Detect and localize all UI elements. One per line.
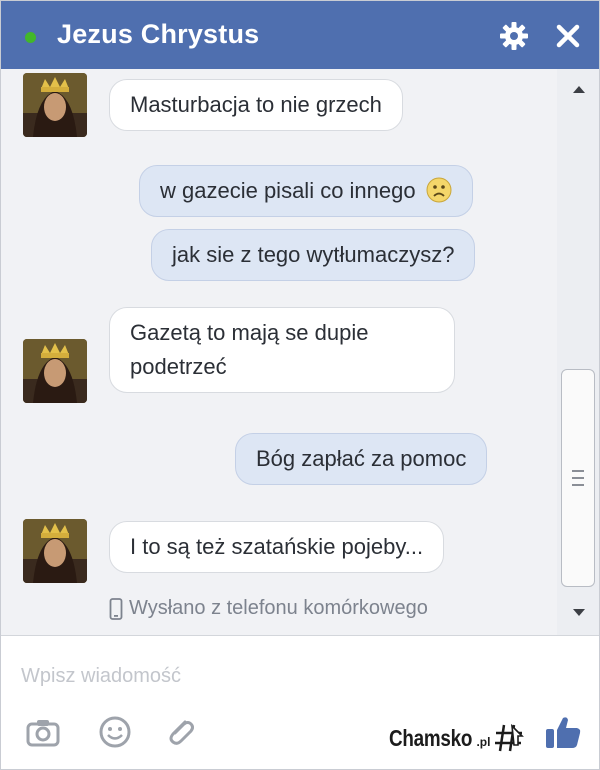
frown-emoji-icon	[426, 177, 452, 203]
message-bubble[interactable]: Masturbacja to nie grzech	[109, 79, 403, 131]
message-text-line: Gazetą to mają se dupie	[130, 320, 369, 345]
message-bubble[interactable]: Gazetą to mają se dupie podetrzeć	[109, 307, 455, 393]
message-bubble[interactable]: w gazecie pisali co innego	[139, 165, 473, 217]
camera-icon[interactable]	[25, 714, 61, 750]
message-text-line: podetrzeć	[130, 354, 227, 379]
scroll-down-arrow-icon[interactable]	[571, 607, 587, 619]
close-icon[interactable]	[553, 21, 583, 51]
phone-icon	[109, 597, 123, 620]
message-text: Bóg zapłać za pomoc	[256, 446, 467, 471]
scrollbar[interactable]	[557, 69, 599, 635]
sent-info-text: Wysłano z telefonu komórkowego	[129, 597, 428, 619]
watermark-suffix: .pl	[476, 735, 491, 749]
chat-title[interactable]: Jezus Chrystus	[57, 19, 259, 50]
message-bubble[interactable]: I to są też szatańskie pojeby...	[109, 521, 445, 573]
grip-icon	[572, 470, 584, 486]
message-bubble[interactable]: Bóg zapłać za pomoc	[235, 433, 488, 485]
online-status-dot	[25, 32, 36, 43]
sent-from-mobile-note: Wysłano z telefonu komórkowego	[109, 597, 428, 620]
emoji-icon[interactable]	[97, 714, 133, 750]
message-text: I to są też szatańskie pojeby...	[130, 534, 424, 559]
contact-avatar[interactable]	[23, 339, 87, 403]
scroll-up-arrow-icon[interactable]	[571, 83, 587, 95]
scrollbar-thumb[interactable]	[561, 369, 595, 587]
chat-window: Jezus Chrystus Masturbacja to nie grzech…	[0, 0, 600, 770]
chamsko-watermark: Chamsko .pl	[389, 720, 526, 756]
like-icon[interactable]	[543, 712, 583, 752]
hash-logo-icon	[495, 723, 525, 752]
message-composer: Chamsko .pl	[1, 635, 599, 769]
message-input[interactable]	[21, 658, 541, 694]
gear-icon[interactable]	[497, 19, 531, 53]
contact-avatar[interactable]	[23, 519, 87, 583]
message-text: w gazecie pisali co innego	[160, 178, 416, 203]
watermark-text: Chamsko	[389, 724, 473, 751]
message-list: Masturbacja to nie grzech w gazecie pisa…	[1, 69, 557, 635]
chat-header[interactable]: Jezus Chrystus	[1, 1, 599, 69]
message-text: jak sie z tego wytłumaczysz?	[172, 242, 455, 267]
contact-avatar[interactable]	[23, 73, 87, 137]
attachment-icon[interactable]	[163, 714, 199, 750]
message-text: Masturbacja to nie grzech	[130, 92, 382, 117]
message-bubble[interactable]: jak sie z tego wytłumaczysz?	[151, 229, 476, 281]
